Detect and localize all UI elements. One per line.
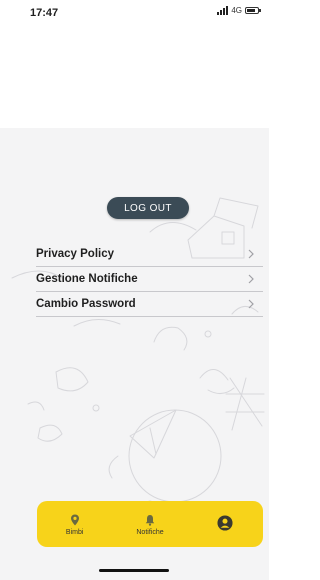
- nav-label: Notifiche: [136, 528, 164, 536]
- chevron-right-icon: [248, 274, 254, 284]
- menu-item-label: Cambio Password: [36, 298, 136, 310]
- nav-item-profile[interactable]: [188, 515, 263, 533]
- nav-label: Bimbi: [65, 528, 84, 536]
- network-label: 4G: [231, 6, 242, 15]
- chevron-right-icon: [248, 299, 254, 309]
- menu-item-label: Gestione Notifiche: [36, 273, 138, 285]
- nav-item-notifiche[interactable]: Notifiche: [112, 513, 187, 536]
- profile-icon: [217, 515, 233, 531]
- status-time: 17:47: [30, 7, 59, 19]
- menu-item-privacy-policy[interactable]: Privacy Policy: [36, 242, 263, 267]
- home-indicator: [99, 569, 169, 572]
- signal-icon: [217, 6, 229, 15]
- bottom-navigation: Bimbi Notifiche: [37, 501, 263, 547]
- menu-item-cambio-password[interactable]: Cambio Password: [36, 292, 263, 317]
- map-pin-icon: [70, 514, 79, 525]
- status-icons: 4G: [217, 6, 261, 15]
- battery-icon: [245, 7, 261, 14]
- menu-item-gestione-notifiche[interactable]: Gestione Notifiche: [36, 267, 263, 292]
- bell-icon: [145, 514, 155, 526]
- status-bar: 17:47 4G: [0, 0, 269, 28]
- settings-menu: Privacy Policy Gestione Notifiche Cambio…: [0, 242, 269, 317]
- logout-button[interactable]: LOG OUT: [107, 197, 189, 219]
- chevron-right-icon: [248, 249, 254, 259]
- menu-item-label: Privacy Policy: [36, 248, 114, 260]
- nav-item-bimbi[interactable]: Bimbi: [37, 513, 112, 536]
